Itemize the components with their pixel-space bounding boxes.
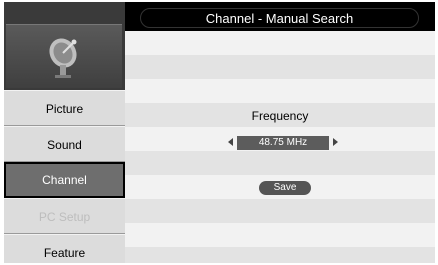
- content-row: [125, 223, 435, 247]
- content-row: [125, 199, 435, 223]
- content-row: [125, 151, 435, 175]
- page-title: Channel - Manual Search: [140, 8, 419, 28]
- satellite-dish-icon: [49, 38, 77, 78]
- sidebar-item-channel[interactable]: Channel: [4, 162, 125, 198]
- content-row: [125, 55, 435, 79]
- channel-icon-panel: [6, 24, 122, 88]
- content-row: [125, 79, 435, 103]
- content-row: [125, 31, 435, 55]
- frequency-selector[interactable]: 48.75 MHz: [228, 135, 338, 151]
- arrow-left-icon[interactable]: [228, 138, 233, 146]
- sidebar-item-pc-setup: PC Setup: [4, 198, 125, 234]
- sidebar-item-feature[interactable]: Feature: [4, 234, 125, 263]
- sidebar-header: [4, 2, 125, 90]
- arrow-right-icon[interactable]: [333, 138, 338, 146]
- content-row: [125, 247, 435, 263]
- main-content: Frequency 48.75 MHz Save: [125, 31, 435, 263]
- frequency-value[interactable]: 48.75 MHz: [237, 136, 329, 150]
- frequency-label: Frequency: [251, 109, 309, 123]
- sidebar-item-picture[interactable]: Picture: [4, 90, 125, 126]
- sidebar: Picture Sound Channel PC Setup Feature: [4, 2, 125, 263]
- sidebar-item-sound[interactable]: Sound: [4, 126, 125, 162]
- save-button[interactable]: Save: [259, 181, 311, 195]
- tv-menu-window: Picture Sound Channel PC Setup Feature C…: [4, 2, 435, 263]
